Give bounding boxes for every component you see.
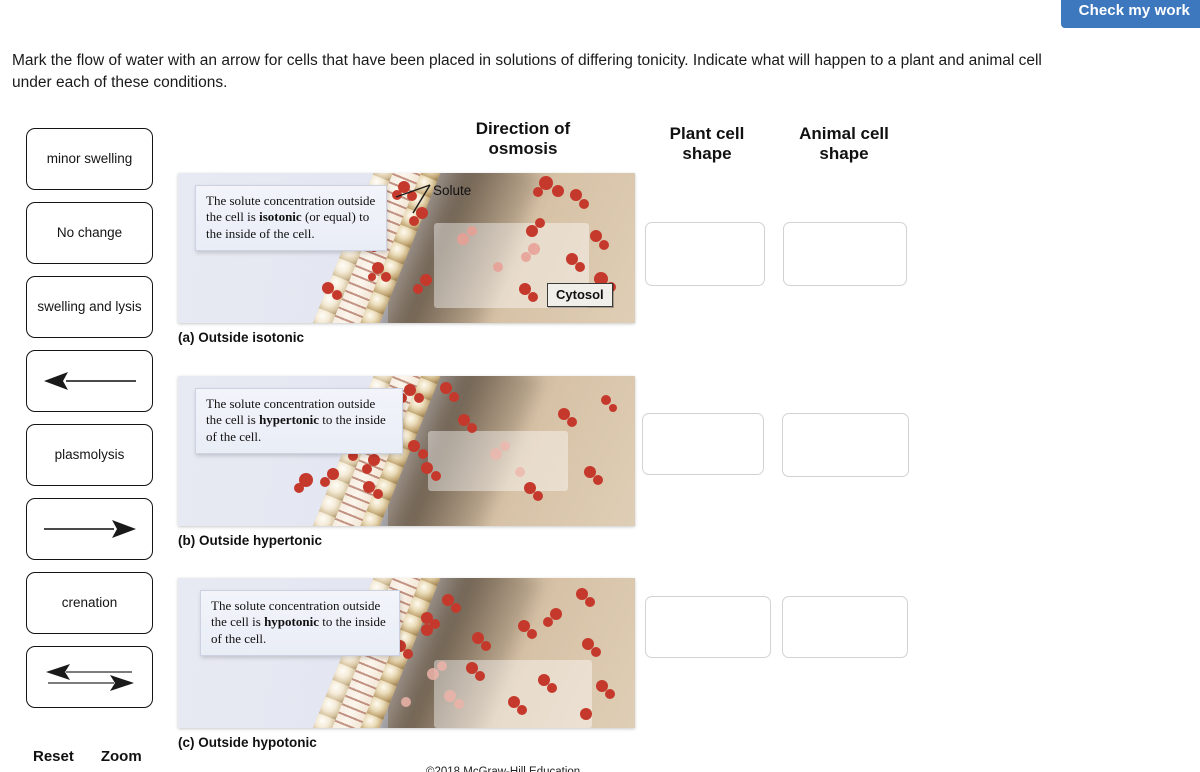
info-callout-hypotonic: The solute concentration outside the cel… xyxy=(200,590,400,656)
figure-copyright: ©2018 McGraw-Hill Education. xyxy=(426,766,584,772)
canvas-controls: Reset Zoom xyxy=(33,748,142,765)
answer-tile-label: minor swelling xyxy=(46,150,133,166)
solute-callout-label: Solute xyxy=(433,183,472,198)
figure-caption-isotonic: (a) Outside isotonic xyxy=(178,330,305,345)
column-header-direction-of-osmosis: Direction of osmosis xyxy=(475,119,571,159)
figure-panel-isotonic: The solute concentration outside the cel… xyxy=(178,173,635,323)
figure-panel-hypertonic: The solute concentration outside the cel… xyxy=(178,376,635,526)
info-text-keyword: isotonic xyxy=(259,209,302,225)
arrow-bidirectional-icon xyxy=(42,662,138,692)
arrow-right-icon xyxy=(42,519,138,539)
cytosol-label: Cytosol xyxy=(547,283,613,307)
reset-button[interactable]: Reset xyxy=(33,748,74,765)
dropzone-plant-hypertonic[interactable] xyxy=(642,413,764,475)
dropzone-animal-hypotonic[interactable] xyxy=(782,596,908,658)
answer-tile-minor-swelling[interactable]: minor swelling xyxy=(26,128,153,190)
dropzone-plant-isotonic[interactable] xyxy=(645,222,765,286)
info-callout-isotonic: The solute concentration outside the cel… xyxy=(195,185,387,251)
figure-highlight-inset xyxy=(434,660,592,728)
column-header-animal-cell-shape: Animal cell shape xyxy=(799,124,889,164)
answer-tile-label: No change xyxy=(56,224,123,240)
answer-tile-swelling-and-lysis[interactable]: swelling and lysis xyxy=(26,276,153,338)
zoom-button[interactable]: Zoom xyxy=(101,748,142,765)
answer-tile-label: swelling and lysis xyxy=(37,298,142,314)
dropzone-animal-isotonic[interactable] xyxy=(783,222,907,286)
exercise-canvas: Check my work Mark the flow of water wit… xyxy=(0,0,1200,772)
answer-tile-stack: minor swelling No change swelling and ly… xyxy=(26,128,153,720)
question-prompt: Mark the flow of water with an arrow for… xyxy=(12,52,1042,91)
column-header-plant-cell-shape: Plant cell shape xyxy=(669,124,745,164)
dropzone-animal-hypertonic[interactable] xyxy=(782,413,909,477)
answer-tile-arrow-bidirectional[interactable] xyxy=(26,646,153,708)
answer-tile-label: plasmolysis xyxy=(54,446,125,462)
answer-tile-no-change[interactable]: No change xyxy=(26,202,153,264)
info-text-keyword: hypertonic xyxy=(259,412,320,428)
answer-tile-arrow-left[interactable] xyxy=(26,350,153,412)
figure-caption-hypotonic: (c) Outside hypotonic xyxy=(178,735,317,750)
answer-tile-crenation[interactable]: crenation xyxy=(26,572,153,634)
dropzone-plant-hypotonic[interactable] xyxy=(645,596,771,658)
answer-tile-arrow-right[interactable] xyxy=(26,498,153,560)
check-my-work-button[interactable]: Check my work xyxy=(1060,0,1200,28)
answer-tile-plasmolysis[interactable]: plasmolysis xyxy=(26,424,153,486)
figure-highlight-inset xyxy=(428,431,568,491)
figure-caption-hypertonic: (b) Outside hypertonic xyxy=(178,533,323,548)
figure-panel-hypotonic: The solute concentration outside the cel… xyxy=(178,578,635,728)
arrow-left-icon xyxy=(42,371,138,391)
answer-tile-label: crenation xyxy=(61,594,118,610)
info-text-keyword: hypotonic xyxy=(264,614,319,630)
info-callout-hypertonic: The solute concentration outside the cel… xyxy=(195,388,403,454)
